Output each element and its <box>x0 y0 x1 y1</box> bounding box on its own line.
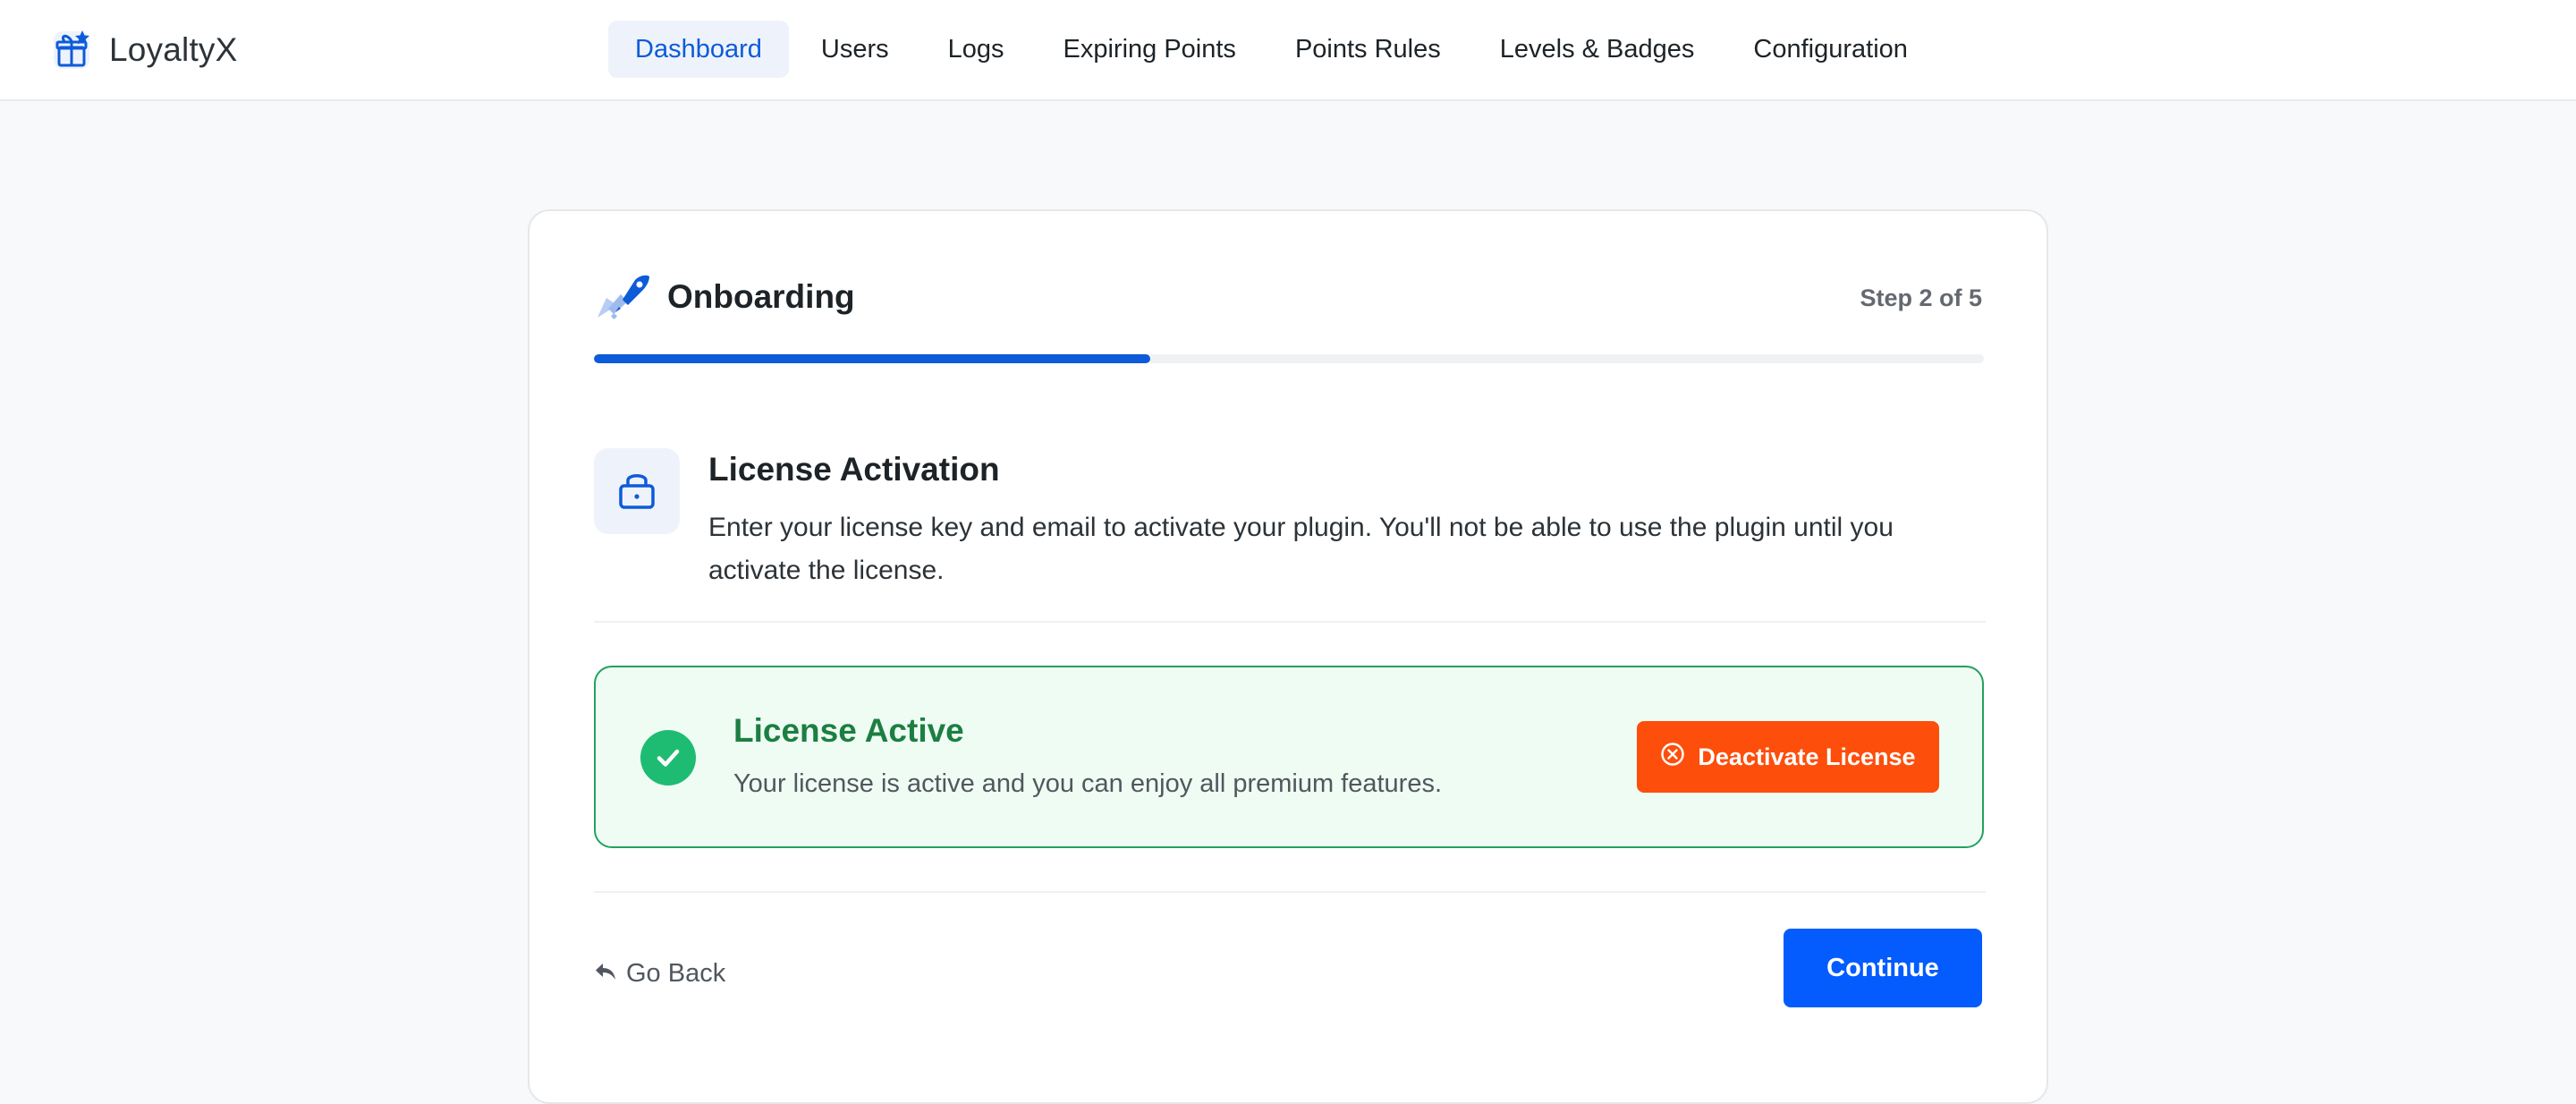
nav-dashboard[interactable]: Dashboard <box>608 21 789 78</box>
progress-fill <box>594 354 1150 363</box>
rocket-icon <box>596 273 651 321</box>
step-indicator: Step 2 of 5 <box>1860 284 1982 311</box>
go-back-link[interactable]: Go Back <box>594 947 725 1000</box>
nav-configuration[interactable]: Configuration <box>1726 21 1935 78</box>
status-title: License Active <box>733 712 964 749</box>
deactivate-label: Deactivate License <box>1698 743 1916 770</box>
nav-levels-badges[interactable]: Levels & Badges <box>1473 21 1722 78</box>
reply-arrow-icon <box>594 959 617 989</box>
license-status-box: License Active Your license is active an… <box>594 666 1984 848</box>
go-back-label: Go Back <box>626 958 726 988</box>
license-description: Enter your license key and email to acti… <box>708 513 1894 585</box>
progress-bar <box>594 354 1984 363</box>
onboarding-card: Onboarding Step 2 of 5 License Activatio… <box>528 209 2048 1104</box>
license-icon-tile <box>594 448 680 534</box>
nav-users[interactable]: Users <box>794 21 916 78</box>
deactivate-license-button[interactable]: Deactivate License <box>1637 721 1939 793</box>
onboarding-title: Onboarding <box>667 278 855 315</box>
nav-logs[interactable]: Logs <box>921 21 1031 78</box>
x-circle-icon <box>1660 742 1685 773</box>
main-nav: Dashboard Users Logs Expiring Points Poi… <box>608 21 1935 78</box>
status-description: Your license is active and you can enjoy… <box>733 769 1443 798</box>
top-bar: LoyaltyX Dashboard Users Logs Expiring P… <box>0 0 2576 101</box>
divider <box>594 891 1986 893</box>
continue-button[interactable]: Continue <box>1784 929 1982 1007</box>
onboarding-header: Onboarding <box>596 274 855 320</box>
check-circle-icon <box>640 730 696 786</box>
lock-icon <box>617 468 657 515</box>
brand[interactable]: LoyaltyX <box>50 25 238 75</box>
app-name: LoyaltyX <box>109 31 238 68</box>
nav-expiring-points[interactable]: Expiring Points <box>1037 21 1263 78</box>
nav-points-rules[interactable]: Points Rules <box>1268 21 1468 78</box>
divider <box>594 621 1986 623</box>
license-title: License Activation <box>708 451 1000 488</box>
gift-icon <box>50 28 93 72</box>
